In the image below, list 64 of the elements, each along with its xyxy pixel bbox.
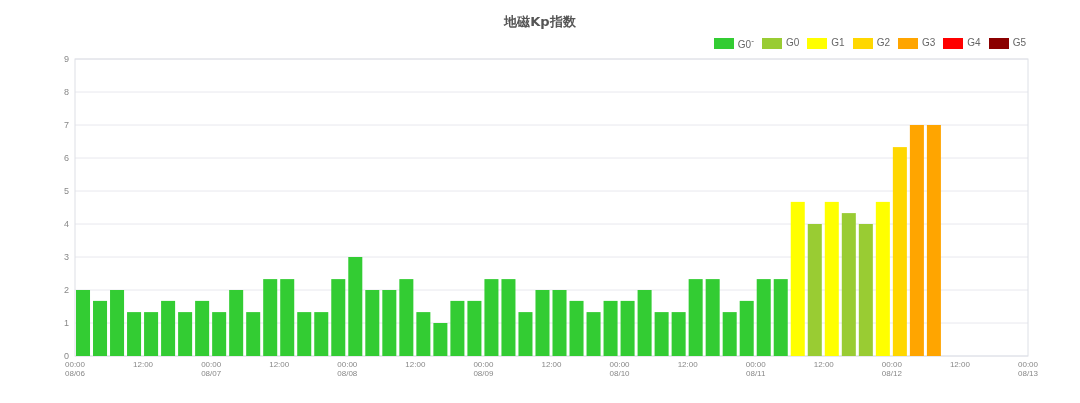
axis-label: 6 xyxy=(64,153,69,163)
axis-label: 00:00 08/13 xyxy=(1018,360,1038,378)
legend-label: G5 xyxy=(1012,37,1026,49)
legend-label: G1 xyxy=(831,37,845,49)
bar xyxy=(467,300,482,356)
bar xyxy=(416,312,431,356)
bar xyxy=(297,312,312,356)
bar xyxy=(127,312,142,356)
bar xyxy=(586,312,601,356)
axis-label: 0 xyxy=(64,351,69,361)
bar xyxy=(314,312,329,356)
legend-label: G2 xyxy=(876,37,890,49)
axis-label: 00:00 08/08 xyxy=(337,360,358,378)
axis-label: 4 xyxy=(64,219,69,229)
bar xyxy=(110,290,125,356)
axis-label: 12:00 xyxy=(405,360,426,369)
bar xyxy=(144,312,159,356)
axis-label: 8 xyxy=(64,87,69,97)
legend-label: G0 xyxy=(785,37,800,49)
axis-label: 12:00 xyxy=(133,360,154,369)
bar xyxy=(535,290,550,356)
axis-label: 9 xyxy=(64,54,69,64)
bar xyxy=(382,290,397,356)
axis-label: 00:00 08/09 xyxy=(473,360,494,378)
bar xyxy=(365,290,380,356)
axis-label: 2 xyxy=(64,285,69,295)
bar xyxy=(671,312,686,356)
bar xyxy=(178,312,193,356)
bar xyxy=(93,300,108,356)
bar xyxy=(620,300,635,356)
bar xyxy=(654,312,669,356)
bar xyxy=(637,290,652,356)
axis-label: 00:00 08/12 xyxy=(881,360,902,378)
bar xyxy=(450,300,465,356)
axis-label: 00:00 08/11 xyxy=(745,360,766,378)
axis-label: 12:00 xyxy=(269,360,290,369)
legend-label: G4 xyxy=(967,37,981,49)
axis-label: 1 xyxy=(64,318,69,328)
bar xyxy=(552,290,567,356)
bar xyxy=(195,300,210,356)
legend-label: G0$^{-}$ xyxy=(737,34,754,52)
axis-label: 12:00 xyxy=(677,360,698,369)
legend-label: G3 xyxy=(921,37,936,49)
axis-label: 12:00 xyxy=(813,360,834,369)
bar xyxy=(246,312,261,356)
bar xyxy=(229,290,244,356)
axis-label: 5 xyxy=(64,186,69,196)
bar xyxy=(161,300,176,356)
bar xyxy=(603,300,618,356)
bar xyxy=(212,312,227,356)
bar xyxy=(569,300,584,356)
bar xyxy=(76,290,90,356)
axis-label: 00:00 08/07 xyxy=(201,360,222,378)
axis-label: 12:00 xyxy=(541,360,562,369)
axis-label: 3 xyxy=(64,252,69,262)
axis-label: 00:00 08/06 xyxy=(65,360,85,378)
axis-label: 12:00 xyxy=(949,360,970,369)
axis-label: 7 xyxy=(64,120,69,130)
bar xyxy=(739,300,754,356)
bar xyxy=(433,323,448,356)
chart-title: 地磁Kp指数 xyxy=(504,13,576,31)
bar xyxy=(722,312,737,356)
axis-label: 00:00 08/10 xyxy=(609,360,630,378)
bar xyxy=(518,312,533,356)
